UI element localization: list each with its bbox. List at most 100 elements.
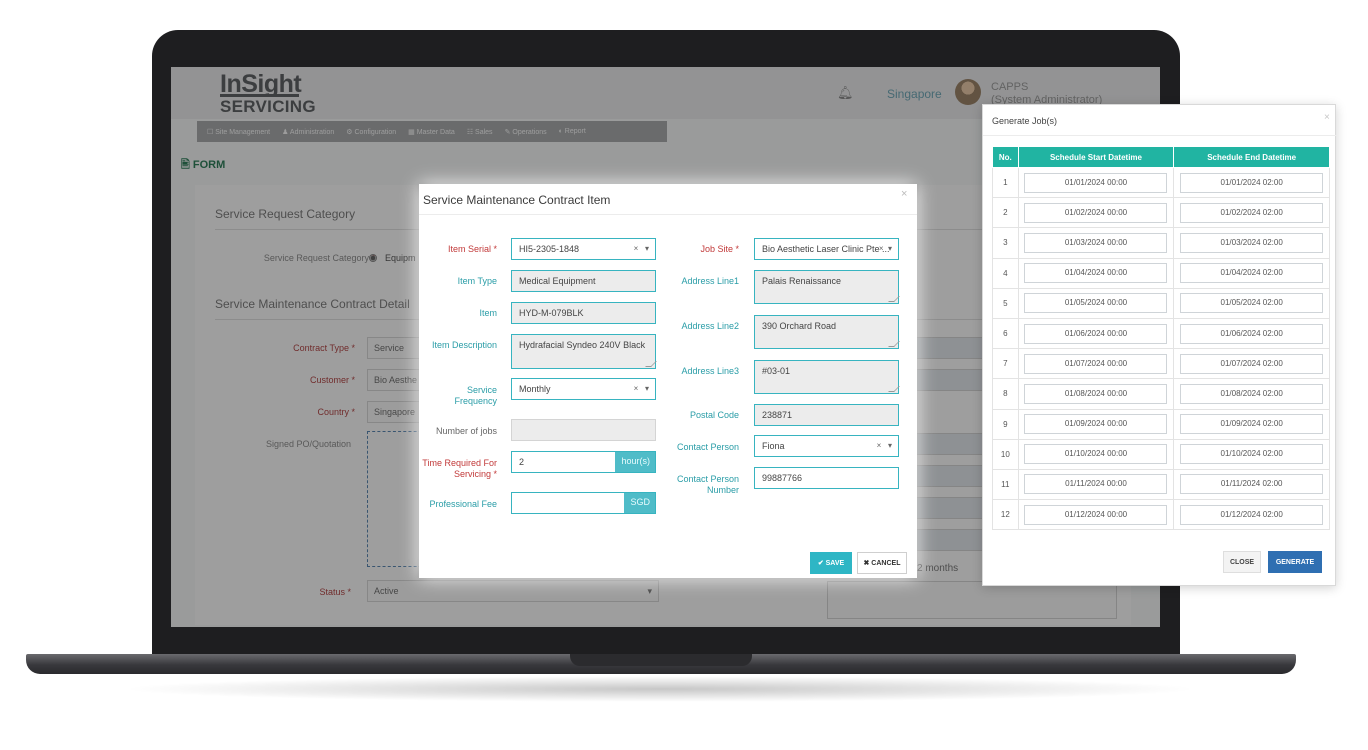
start-cell: 01/09/2024 00:00 xyxy=(1017,408,1175,440)
chevron-down-icon[interactable]: ▾ xyxy=(888,441,892,450)
close-icon[interactable]: × xyxy=(901,188,907,200)
end-cell: 01/06/2024 02:00 xyxy=(1173,317,1330,350)
start-datetime-input[interactable]: 01/01/2024 00:00 xyxy=(1024,172,1168,193)
address-line3-textarea[interactable]: #03-01 xyxy=(754,360,900,394)
address-line3-value: #03-01 xyxy=(762,366,791,376)
number-of-jobs-label: Number of jobs xyxy=(435,426,497,436)
time-required-label-line1: Time Required For xyxy=(422,458,497,468)
service-frequency-value: Monthly xyxy=(519,384,551,394)
table-row: 5 01/05/2024 00:00 01/05/2024 02:00 xyxy=(992,287,1330,319)
end-datetime-input[interactable]: 01/07/2024 02:00 xyxy=(1180,353,1324,374)
table-row: 11 01/11/2024 00:00 01/11/2024 02:00 xyxy=(992,468,1330,501)
row-number: 2 xyxy=(992,197,1019,229)
save-button[interactable]: ✔ SAVE xyxy=(810,552,852,574)
end-datetime-input[interactable]: 01/08/2024 02:00 xyxy=(1180,383,1324,404)
resize-handle-icon[interactable] xyxy=(645,361,657,367)
professional-fee-input[interactable]: SGD xyxy=(511,492,656,514)
item-type-field[interactable]: Medical Equipment xyxy=(511,270,656,292)
schedule-table: No. Schedule Start Datetime Schedule End… xyxy=(992,146,1330,531)
start-datetime-input[interactable]: 01/07/2024 00:00 xyxy=(1024,353,1168,374)
chevron-down-icon[interactable]: ▾ xyxy=(645,244,649,253)
end-cell: 01/08/2024 02:00 xyxy=(1173,378,1330,410)
resize-handle-icon[interactable] xyxy=(888,386,900,392)
service-frequency-select[interactable]: Monthly × ▾ xyxy=(511,378,656,400)
cancel-button[interactable]: ✖ CANCEL xyxy=(857,552,907,574)
address-line2-textarea[interactable]: 390 Orchard Road xyxy=(754,315,900,349)
table-row: 6 01/06/2024 00:00 01/06/2024 02:00 xyxy=(992,317,1330,350)
required-mark: * xyxy=(735,244,739,254)
end-datetime-input[interactable]: 01/09/2024 02:00 xyxy=(1180,414,1324,435)
time-required-label: Time Required For Servicing * xyxy=(419,458,497,480)
required-mark: * xyxy=(493,244,497,254)
clear-icon[interactable]: × xyxy=(879,244,884,253)
contact-number-label-line1: Contact Person xyxy=(676,474,739,484)
table-row: 4 01/04/2024 00:00 01/04/2024 02:00 xyxy=(992,257,1330,289)
end-cell: 01/10/2024 02:00 xyxy=(1173,438,1330,470)
address-line1-textarea[interactable]: Palais Renaissance xyxy=(754,270,900,304)
end-datetime-input[interactable]: 01/12/2024 02:00 xyxy=(1180,504,1324,525)
number-of-jobs-field[interactable] xyxy=(511,419,656,441)
end-datetime-input[interactable]: 01/04/2024 02:00 xyxy=(1180,263,1324,284)
item-serial-value: HI5-2305-1848 xyxy=(519,244,580,254)
start-datetime-input[interactable]: 01/10/2024 00:00 xyxy=(1024,444,1168,465)
job-site-select[interactable]: Bio Aesthetic Laser Clinic Pte ... × ▾ xyxy=(754,238,899,260)
end-datetime-input[interactable]: 01/10/2024 02:00 xyxy=(1180,444,1324,465)
contact-person-label: Contact Person xyxy=(676,442,739,452)
contact-person-select[interactable]: Fiona × ▾ xyxy=(754,435,899,457)
address-line1-label: Address Line1 xyxy=(681,276,739,286)
row-number: 8 xyxy=(992,378,1019,410)
end-cell: 01/03/2024 02:00 xyxy=(1173,227,1330,259)
end-datetime-input[interactable]: 01/11/2024 02:00 xyxy=(1180,474,1324,495)
clear-icon[interactable]: × xyxy=(634,244,639,253)
select-controls: × ▾ xyxy=(634,384,649,393)
row-number: 9 xyxy=(992,408,1019,440)
job-site-label-text: Job Site xyxy=(700,244,733,254)
end-datetime-input[interactable]: 01/01/2024 02:00 xyxy=(1180,172,1324,193)
item-type-label: Item Type xyxy=(457,276,497,286)
row-number: 11 xyxy=(992,468,1019,501)
job-site-label: Job Site * xyxy=(667,244,739,255)
chevron-down-icon[interactable]: ▾ xyxy=(888,244,892,253)
column-header-no: No. xyxy=(992,146,1019,168)
generate-button[interactable]: GENERATE xyxy=(1268,551,1322,573)
professional-fee-label: Professional Fee xyxy=(429,499,497,509)
select-controls: × ▾ xyxy=(877,441,892,450)
row-number: 1 xyxy=(992,166,1019,199)
close-icon[interactable]: × xyxy=(1324,112,1330,123)
end-cell: 01/05/2024 02:00 xyxy=(1173,287,1330,319)
start-datetime-input[interactable]: 01/11/2024 00:00 xyxy=(1024,474,1168,495)
item-serial-label-text: Item Serial xyxy=(447,244,491,254)
start-datetime-input[interactable]: 01/08/2024 00:00 xyxy=(1024,383,1168,404)
start-cell: 01/12/2024 00:00 xyxy=(1017,499,1175,531)
item-description-textarea[interactable]: Hydrafacial Syndeo 240V Black xyxy=(511,334,657,369)
item-field[interactable]: HYD-M-079BLK xyxy=(511,302,656,324)
table-row: 2 01/02/2024 00:00 01/02/2024 02:00 xyxy=(992,197,1330,229)
start-datetime-input[interactable]: 01/12/2024 00:00 xyxy=(1024,504,1168,525)
contact-number-input[interactable]: 99887766 xyxy=(754,467,899,489)
start-datetime-input[interactable]: 01/04/2024 00:00 xyxy=(1024,263,1168,284)
start-datetime-input[interactable]: 01/06/2024 00:00 xyxy=(1024,323,1168,344)
modal-title: Service Maintenance Contract Item xyxy=(423,193,611,207)
start-datetime-input[interactable]: 01/03/2024 00:00 xyxy=(1024,232,1168,253)
row-number: 4 xyxy=(992,257,1019,289)
item-description-label: Item Description xyxy=(431,340,497,350)
resize-handle-icon[interactable] xyxy=(888,296,900,302)
time-required-input[interactable]: 2 hour(s) xyxy=(511,451,656,473)
start-datetime-input[interactable]: 01/02/2024 00:00 xyxy=(1024,202,1168,223)
item-serial-select[interactable]: HI5-2305-1848 × ▾ xyxy=(511,238,656,260)
table-header-row: No. Schedule Start Datetime Schedule End… xyxy=(992,146,1330,168)
start-datetime-input[interactable]: 01/05/2024 00:00 xyxy=(1024,293,1168,314)
end-datetime-input[interactable]: 01/06/2024 02:00 xyxy=(1180,323,1324,344)
postal-code-field[interactable]: 238871 xyxy=(754,404,899,426)
clear-icon[interactable]: × xyxy=(634,384,639,393)
end-datetime-input[interactable]: 01/05/2024 02:00 xyxy=(1180,293,1324,314)
address-line1-value: Palais Renaissance xyxy=(762,276,842,286)
start-datetime-input[interactable]: 01/09/2024 00:00 xyxy=(1024,414,1168,435)
end-datetime-input[interactable]: 01/02/2024 02:00 xyxy=(1180,202,1324,223)
end-datetime-input[interactable]: 01/03/2024 02:00 xyxy=(1180,232,1324,253)
address-line2-value: 390 Orchard Road xyxy=(762,321,837,331)
clear-icon[interactable]: × xyxy=(877,441,882,450)
resize-handle-icon[interactable] xyxy=(888,341,900,347)
close-button[interactable]: CLOSE xyxy=(1223,551,1261,573)
chevron-down-icon[interactable]: ▾ xyxy=(645,384,649,393)
